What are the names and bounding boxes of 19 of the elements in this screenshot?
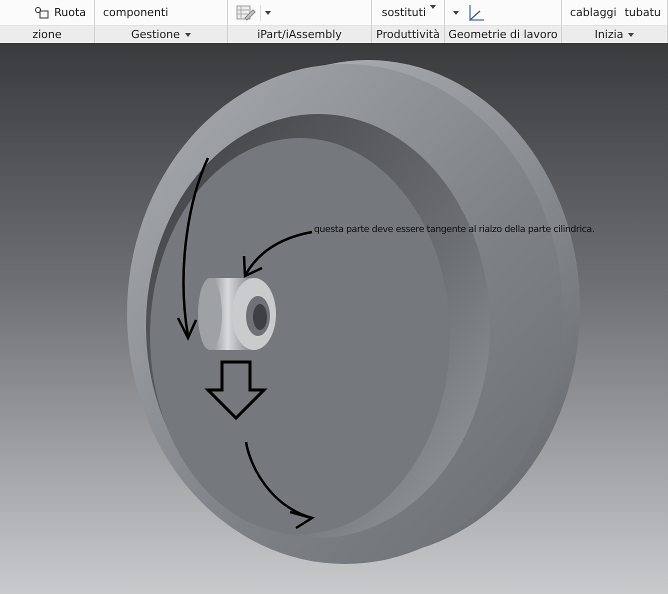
rotate-icon xyxy=(34,6,50,20)
caret-icon xyxy=(430,4,436,8)
panel-label[interactable]: zione xyxy=(0,25,95,43)
panel-label[interactable]: iPart/iAssembly xyxy=(228,25,372,43)
caret-icon xyxy=(184,32,191,36)
annotation-text: questa parte deve essere tangente al rialzo della parte cilindrica. xyxy=(314,224,594,235)
curved-arrow xyxy=(242,230,312,278)
table-edit-icon xyxy=(236,4,256,20)
caret-icon xyxy=(265,10,271,14)
ribbon-button[interactable]: tubatu xyxy=(622,2,663,24)
axes-icon xyxy=(467,4,485,22)
ribbon-button[interactable]: cablaggi xyxy=(568,2,619,24)
caret-icon xyxy=(453,10,459,14)
caret-icon xyxy=(628,32,634,36)
panel-label[interactable]: Inizia xyxy=(562,25,668,43)
panel-label[interactable]: Geometrie di lavoro xyxy=(445,25,562,43)
down-arrow xyxy=(204,360,268,420)
panel-label[interactable]: Produttività xyxy=(372,25,445,43)
panel-label[interactable]: Gestione xyxy=(95,25,228,43)
